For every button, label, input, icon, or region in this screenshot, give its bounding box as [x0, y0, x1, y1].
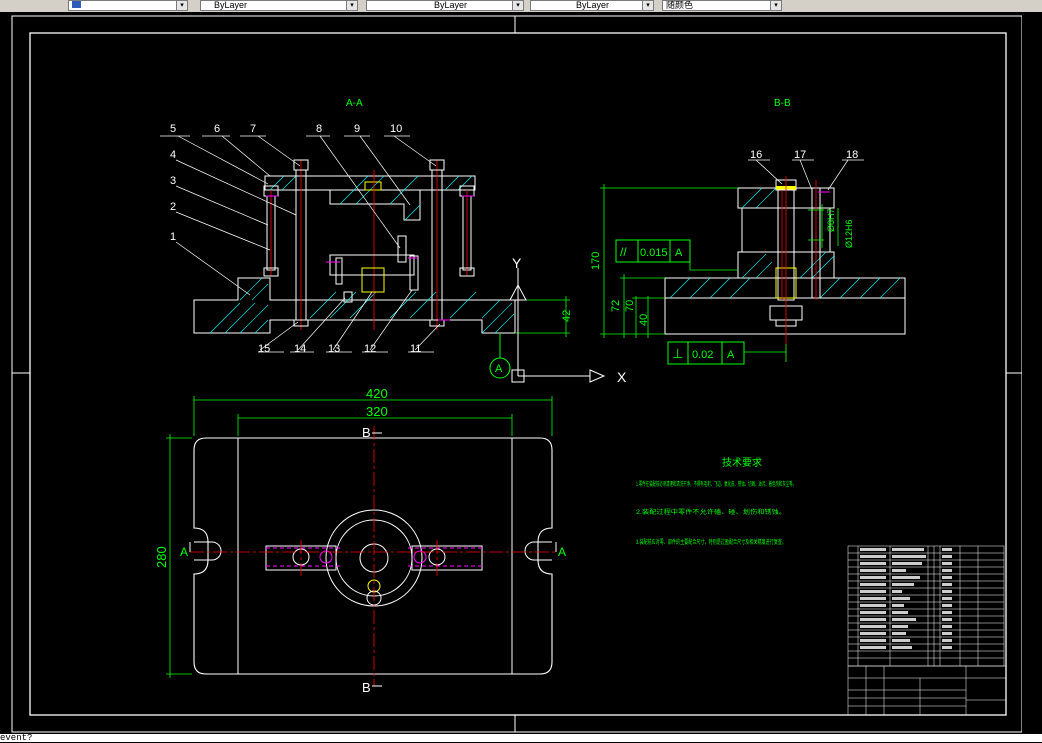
parts-list-text-fill [860, 548, 952, 649]
part-number-17: 17 [794, 149, 806, 161]
part-number-13: 13 [328, 343, 340, 355]
dim-70: 70 [624, 300, 636, 312]
parallel-value: 0.015 [640, 247, 668, 259]
drawing-canvas[interactable]: A-A B-B 5 6 7 8 9 10 4 3 2 1 15 14 13 12… [0, 12, 1023, 734]
view-bb-label: B-B [774, 98, 791, 109]
part-number-6: 6 [214, 123, 220, 135]
dim-320: 320 [366, 404, 388, 419]
part-number-18: 18 [846, 149, 858, 161]
tolerance-frame-parallel: // 0.015 A [615, 239, 691, 263]
datum-a-symbol: A [489, 333, 511, 379]
technical-requirements: 技术要求 1.零件在装配前必须清理和清洗干净，不得有毛刺、飞边、氧化皮、锈蚀、切… [636, 456, 796, 546]
section-b-top: B [362, 425, 371, 440]
layer-dropdown[interactable]: ▾ [68, 0, 188, 11]
chevron-down-icon[interactable]: ▾ [642, 1, 653, 10]
drawing-border [11, 15, 1023, 733]
section-b-bottom: B [362, 680, 371, 695]
dim-280: 280 [154, 546, 169, 568]
part-number-3: 3 [170, 175, 176, 187]
chevron-down-icon[interactable]: ▾ [512, 1, 523, 10]
plotstyle-value: 随颜色 [666, 0, 694, 10]
part-number-5: 5 [170, 123, 176, 135]
part-number-16: 16 [750, 149, 762, 161]
top-view: 420 320 280 B B A A [154, 386, 566, 695]
dim-420: 420 [366, 386, 388, 401]
vertical-scrollbar[interactable] [1022, 12, 1042, 734]
perp-symbol: ⊥ [672, 346, 683, 361]
parallel-symbol: // [620, 245, 627, 259]
perp-value: 0.02 [692, 349, 713, 361]
axis-x-label: X [617, 369, 627, 385]
ucs-icon [509, 268, 606, 383]
linetype-dropdown[interactable]: ByLayer ▾ [366, 0, 524, 11]
section-view-bb: 16 17 18 170 72 70 40 Ø8H7 Ø12H6 // 0.01… [590, 149, 906, 365]
lineweight-value: ByLayer [576, 0, 610, 10]
part-number-11: 11 [410, 343, 421, 355]
part-number-2: 2 [170, 201, 176, 213]
axis-y-label: Y [512, 255, 522, 271]
tolerance-frame-perpendicular: ⊥ 0.02 A [667, 341, 745, 365]
part-number-14: 14 [294, 343, 306, 355]
datum-label: A [495, 363, 503, 375]
chevron-down-icon[interactable]: ▾ [770, 1, 781, 10]
chevron-down-icon[interactable]: ▾ [346, 1, 357, 10]
tech-req-item-2: 2.装配过程中零件不允许磕、碰、划伤和锈蚀。 [636, 508, 786, 516]
dim-170: 170 [590, 252, 602, 270]
part-number-8: 8 [316, 123, 322, 135]
tech-req-item-1: 1.零件在装配前必须清理和清洗干净，不得有毛刺、飞边、氧化皮、锈蚀、切屑、油污、… [636, 480, 796, 488]
dim-72: 72 [610, 300, 622, 312]
part-number-10: 10 [390, 123, 402, 135]
tech-req-item-3: 3.装配前应对零、部件的主要配合尺寸，特别是过盈配合尺寸及相关精度进行复查。 [636, 538, 786, 546]
lineweight-dropdown[interactable]: ByLayer ▾ [530, 0, 654, 11]
section-view-aa: 5 6 7 8 9 10 4 3 2 1 15 14 13 12 11 42 [160, 123, 573, 355]
layer-icon [72, 1, 81, 8]
dim-d12h6: Ø12H6 [844, 219, 854, 248]
parallel-datum: A [675, 247, 683, 259]
dim-d8h7: Ø8H7 [826, 208, 836, 232]
part-number-9: 9 [354, 123, 360, 135]
part-number-15: 15 [258, 343, 270, 355]
command-line[interactable]: event? [0, 734, 1042, 743]
view-aa-label: A-A [346, 98, 363, 109]
chevron-down-icon[interactable]: ▾ [176, 1, 187, 10]
part-number-7: 7 [250, 123, 256, 135]
section-a-left: A [180, 545, 188, 559]
part-number-4: 4 [170, 149, 176, 161]
part-number-12: 12 [364, 343, 376, 355]
section-a-right: A [558, 545, 566, 559]
dim-42: 42 [561, 310, 573, 322]
plotstyle-dropdown[interactable]: 随颜色 ▾ [662, 0, 782, 11]
linetype-value: ByLayer [434, 0, 468, 10]
color-dropdown[interactable]: ByLayer ▾ [200, 0, 358, 11]
color-value: ByLayer [214, 0, 248, 10]
tech-req-title: 技术要求 [722, 456, 762, 469]
part-number-1: 1 [170, 231, 176, 243]
perp-datum: A [727, 349, 735, 361]
title-block [847, 665, 1007, 716]
dim-40: 40 [638, 314, 650, 326]
